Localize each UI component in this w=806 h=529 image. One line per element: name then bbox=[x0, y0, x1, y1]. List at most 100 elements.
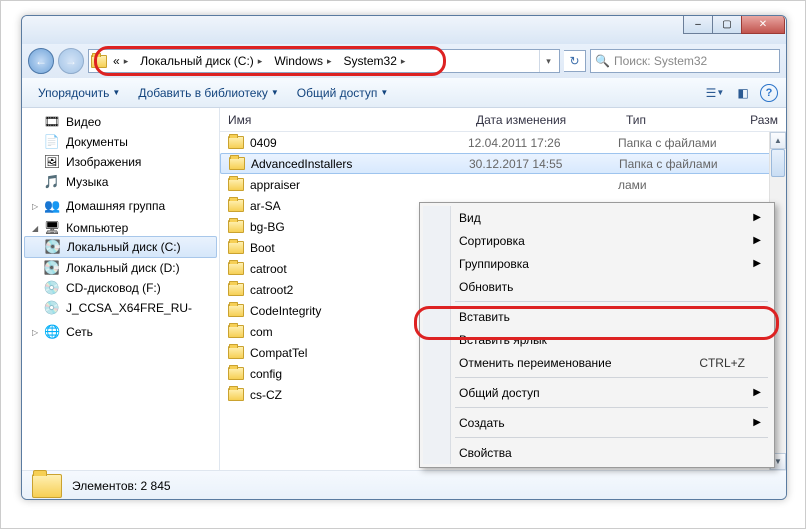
folder-icon bbox=[228, 241, 244, 254]
file-row[interactable]: AdvancedInstallers 30.12.2017 14:55Папка … bbox=[220, 153, 786, 174]
sidebar-item-cd[interactable]: 💿CD-дисковод (F:) bbox=[22, 278, 219, 298]
sidebar-homegroup[interactable]: ▷👥Домашняя группа bbox=[22, 198, 219, 214]
address-row: ← → «▸ Локальный диск (C:)▸ Windows▸ Sys… bbox=[22, 44, 786, 78]
folder-icon bbox=[228, 325, 244, 338]
status-text: Элементов: 2 845 bbox=[72, 479, 171, 493]
disc-icon: 💿 bbox=[44, 300, 60, 316]
address-dropdown[interactable]: ▾ bbox=[539, 50, 557, 72]
menu-paste[interactable]: Вставить bbox=[423, 305, 771, 328]
sidebar-item-ccsa[interactable]: 💿J_CCSA_X64FRE_RU- bbox=[22, 298, 219, 318]
file-date: 12.04.2011 17:26 bbox=[468, 136, 618, 150]
toolbar: Упорядочить▼ Добавить в библиотеку▼ Общи… bbox=[22, 78, 786, 108]
music-icon: 🎵 bbox=[44, 174, 60, 190]
share-button[interactable]: Общий доступ▼ bbox=[289, 83, 397, 103]
menu-new[interactable]: Создать▶ bbox=[423, 411, 771, 434]
search-icon: 🔍 bbox=[595, 54, 610, 68]
file-name: bg-BG bbox=[250, 220, 285, 234]
file-name: AdvancedInstallers bbox=[251, 157, 352, 171]
documents-icon: 📄 bbox=[44, 134, 60, 150]
homegroup-icon: 👥 bbox=[44, 198, 60, 214]
refresh-button[interactable]: ↻ bbox=[564, 50, 586, 72]
folder-icon bbox=[228, 367, 244, 380]
explorer-window: – ▢ ✕ ← → «▸ Локальный диск (C:)▸ Window… bbox=[21, 15, 787, 500]
file-name: 0409 bbox=[250, 136, 277, 150]
context-menu: Вид▶ Сортировка▶ Группировка▶ Обновить В… bbox=[419, 202, 775, 468]
close-button[interactable]: ✕ bbox=[741, 16, 785, 34]
col-name[interactable]: Имя bbox=[220, 113, 468, 127]
address-bar[interactable]: «▸ Локальный диск (C:)▸ Windows▸ System3… bbox=[88, 49, 560, 73]
folder-icon bbox=[228, 388, 244, 401]
menu-properties[interactable]: Свойства bbox=[423, 441, 771, 464]
menu-view[interactable]: Вид▶ bbox=[423, 206, 771, 229]
view-mode-button[interactable]: ☰ ▼ bbox=[704, 83, 726, 103]
file-type: Папка с файлами bbox=[619, 157, 739, 171]
organize-button[interactable]: Упорядочить▼ bbox=[30, 83, 128, 103]
minimize-button[interactable]: – bbox=[683, 16, 713, 34]
file-type: лами bbox=[618, 178, 738, 192]
folder-icon bbox=[228, 220, 244, 233]
file-type: Папка с файлами bbox=[618, 136, 738, 150]
folder-icon bbox=[32, 474, 62, 498]
menu-undo-rename[interactable]: Отменить переименованиеCTRL+Z bbox=[423, 351, 771, 374]
file-name: appraiser bbox=[250, 178, 300, 192]
col-type[interactable]: Тип bbox=[618, 113, 738, 127]
breadcrumb-overflow[interactable]: «▸ bbox=[107, 50, 134, 72]
breadcrumb-disk-c[interactable]: Локальный диск (C:)▸ bbox=[134, 50, 268, 72]
folder-icon bbox=[91, 53, 107, 69]
scroll-up-button[interactable]: ▲ bbox=[770, 132, 786, 149]
network-icon: 🌐 bbox=[44, 324, 60, 340]
menu-share[interactable]: Общий доступ▶ bbox=[423, 381, 771, 404]
folder-icon bbox=[228, 262, 244, 275]
search-placeholder: Поиск: System32 bbox=[614, 54, 707, 68]
col-date[interactable]: Дата изменения bbox=[468, 113, 618, 127]
sidebar-item-images[interactable]: 🖼Изображения bbox=[22, 152, 219, 172]
column-headers: Имя Дата изменения Тип Разм bbox=[220, 108, 786, 132]
search-input[interactable]: 🔍 Поиск: System32 bbox=[590, 49, 780, 73]
file-name: catroot2 bbox=[250, 283, 293, 297]
titlebar: – ▢ ✕ bbox=[22, 16, 786, 44]
computer-icon: 🖥 bbox=[44, 220, 60, 236]
video-icon: 🎞 bbox=[44, 114, 60, 130]
menu-paste-shortcut[interactable]: Вставить ярлык bbox=[423, 328, 771, 351]
file-date: 30.12.2017 14:55 bbox=[469, 157, 619, 171]
menu-refresh[interactable]: Обновить bbox=[423, 275, 771, 298]
forward-button[interactable]: → bbox=[58, 48, 84, 74]
scroll-thumb[interactable] bbox=[771, 149, 785, 177]
file-name: config bbox=[250, 367, 282, 381]
sidebar-network[interactable]: ▷🌐Сеть bbox=[22, 324, 219, 340]
folder-icon bbox=[228, 199, 244, 212]
drive-icon: 💽 bbox=[45, 239, 61, 255]
folder-icon bbox=[228, 346, 244, 359]
sidebar-computer[interactable]: ◢🖥Компьютер bbox=[22, 220, 219, 236]
drive-icon: 💽 bbox=[44, 260, 60, 276]
menu-sort[interactable]: Сортировка▶ bbox=[423, 229, 771, 252]
navigation-pane: 🎞Видео 📄Документы 🖼Изображения 🎵Музыка ▷… bbox=[22, 108, 220, 470]
sidebar-item-disk-d[interactable]: 💽Локальный диск (D:) bbox=[22, 258, 219, 278]
sidebar-item-music[interactable]: 🎵Музыка bbox=[22, 172, 219, 192]
breadcrumb-windows[interactable]: Windows▸ bbox=[268, 50, 337, 72]
sidebar-item-disk-c[interactable]: 💽Локальный диск (C:) bbox=[24, 236, 217, 258]
file-name: CodeIntegrity bbox=[250, 304, 321, 318]
help-button[interactable]: ? bbox=[760, 84, 778, 102]
preview-pane-button[interactable]: ◧ bbox=[732, 83, 754, 103]
col-size[interactable]: Разм bbox=[738, 113, 786, 127]
file-name: catroot bbox=[250, 262, 287, 276]
folder-icon bbox=[228, 283, 244, 296]
file-row[interactable]: appraiser лами bbox=[220, 174, 786, 195]
status-bar: Элементов: 2 845 bbox=[22, 470, 786, 500]
file-name: com bbox=[250, 325, 273, 339]
sidebar-item-video[interactable]: 🎞Видео bbox=[22, 112, 219, 132]
file-name: Boot bbox=[250, 241, 275, 255]
maximize-button[interactable]: ▢ bbox=[712, 16, 742, 34]
folder-icon bbox=[228, 136, 244, 149]
folder-icon bbox=[228, 304, 244, 317]
sidebar-item-documents[interactable]: 📄Документы bbox=[22, 132, 219, 152]
menu-group[interactable]: Группировка▶ bbox=[423, 252, 771, 275]
add-to-library-button[interactable]: Добавить в библиотеку▼ bbox=[130, 83, 286, 103]
file-row[interactable]: 0409 12.04.2011 17:26Папка с файлами bbox=[220, 132, 786, 153]
breadcrumb-system32[interactable]: System32▸ bbox=[338, 50, 412, 72]
back-button[interactable]: ← bbox=[28, 48, 54, 74]
file-name: CompatTel bbox=[250, 346, 307, 360]
file-name: ar-SA bbox=[250, 199, 281, 213]
folder-icon bbox=[229, 157, 245, 170]
